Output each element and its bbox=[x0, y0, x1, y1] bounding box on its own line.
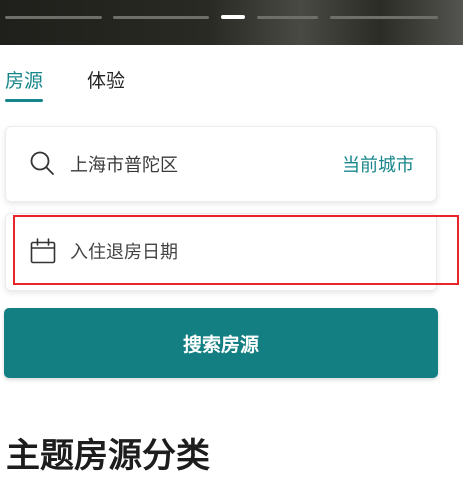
tab-listings[interactable]: 房源 bbox=[5, 66, 43, 93]
city-value: 上海市普陀区 bbox=[70, 155, 178, 176]
hero-banner[interactable] bbox=[0, 0, 463, 45]
carousel-indicator-4[interactable] bbox=[257, 16, 318, 19]
city-field[interactable]: 上海市普陀区 当前城市 bbox=[5, 126, 437, 202]
date-placeholder: 入住退房日期 bbox=[70, 242, 178, 263]
carousel-indicator-5[interactable] bbox=[330, 16, 438, 19]
search-button[interactable]: 搜索房源 bbox=[4, 308, 438, 378]
carousel-indicator-3-active[interactable] bbox=[221, 15, 245, 19]
carousel-indicator-2[interactable] bbox=[113, 16, 209, 19]
section-title: 主题房源分类 bbox=[6, 436, 210, 476]
calendar-icon bbox=[30, 238, 56, 264]
search-icon bbox=[30, 151, 54, 175]
date-field[interactable]: 入住退房日期 bbox=[5, 213, 437, 291]
current-city-link[interactable]: 当前城市 bbox=[342, 151, 414, 177]
tab-experiences[interactable]: 体验 bbox=[87, 66, 125, 93]
active-tab-indicator bbox=[5, 99, 43, 102]
carousel-indicator-1[interactable] bbox=[5, 16, 102, 19]
